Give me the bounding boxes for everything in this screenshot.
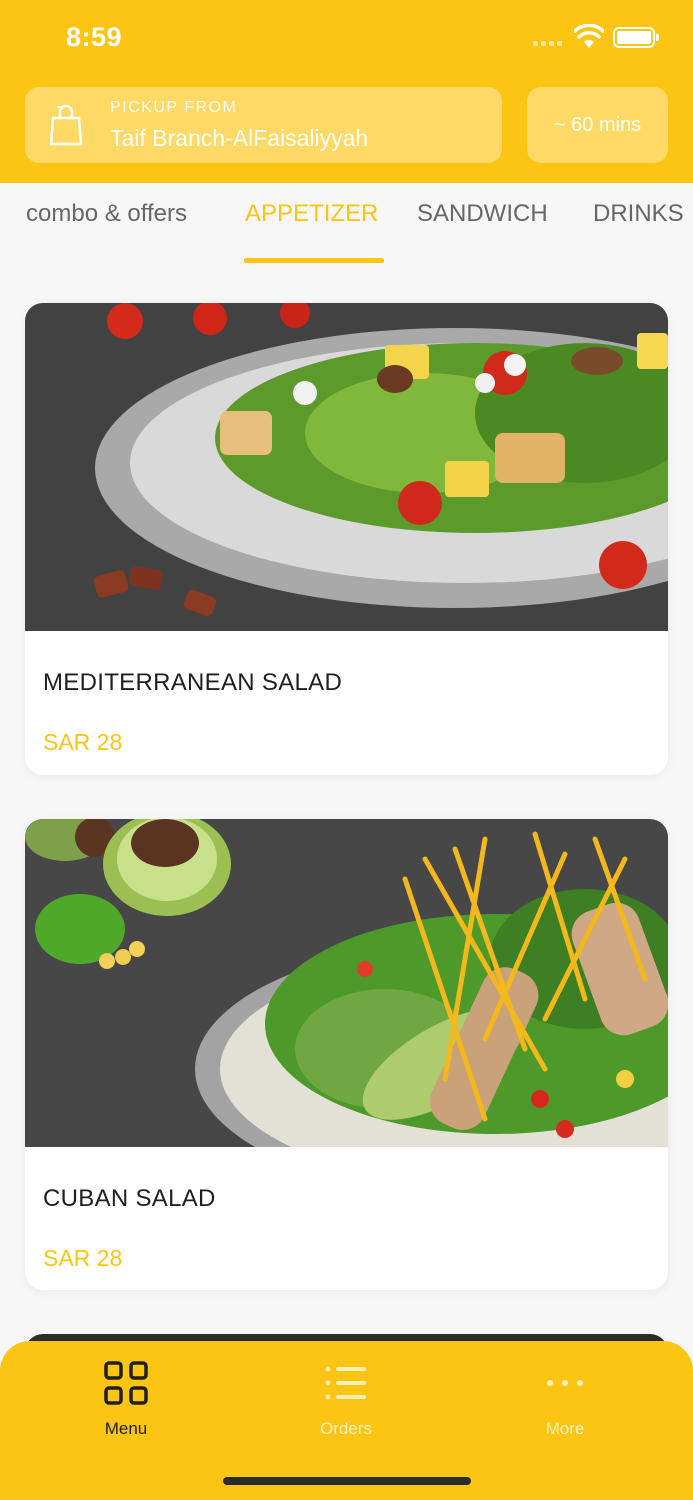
tab-drinks[interactable]: DRINKS	[593, 200, 684, 228]
tab-sandwich[interactable]: SANDWICH	[417, 200, 548, 228]
home-indicator[interactable]	[223, 1477, 471, 1485]
category-tabs: combo & offers APPETIZER SANDWICH DRINKS	[0, 183, 693, 265]
cellular-signal-icon	[533, 41, 562, 46]
tab-appetizer[interactable]: APPETIZER	[245, 200, 378, 228]
grid-icon	[104, 1361, 148, 1405]
battery-icon	[613, 27, 659, 48]
active-tab-indicator	[244, 258, 384, 263]
status-time: 8:59	[66, 22, 123, 52]
item-price: SAR 28	[43, 1245, 123, 1271]
cuban-salad-photo	[25, 819, 668, 1147]
mediterranean-salad-photo	[25, 303, 668, 631]
menu-item-card[interactable]: CUBAN SALAD SAR 28	[25, 819, 668, 1290]
list-icon	[325, 1366, 366, 1400]
nav-more[interactable]: More	[495, 1361, 635, 1439]
nav-orders[interactable]: Orders	[276, 1361, 416, 1439]
menu-item-card[interactable]: MEDITERRANEAN SALAD SAR 28	[25, 303, 668, 775]
pickup-label: PICKUP FROM	[110, 99, 238, 116]
wifi-icon	[574, 24, 604, 48]
item-price: SAR 28	[43, 729, 123, 755]
nav-menu[interactable]: Menu	[56, 1361, 196, 1439]
pickup-branch-selector[interactable]: PICKUP FROM Taif Branch-AlFaisaliyyah	[25, 87, 502, 163]
nav-menu-label: Menu	[104, 1419, 148, 1438]
nav-more-label: More	[545, 1419, 585, 1438]
nav-orders-label: Orders	[320, 1419, 372, 1438]
pickup-branch-name: Taif Branch-AlFaisaliyyah	[110, 125, 369, 151]
estimated-time-button[interactable]: ~ 60 mins	[527, 87, 668, 163]
item-name: MEDITERRANEAN SALAD	[43, 669, 343, 696]
estimated-time-label: ~ 60 mins	[553, 113, 642, 136]
item-name: CUBAN SALAD	[43, 1185, 216, 1212]
header: 8:59 PICKUP FROM Taif Branch-AlFaisaliyy…	[0, 0, 693, 183]
shopping-bag-icon	[49, 104, 83, 146]
tab-combo-offers[interactable]: combo & offers	[26, 200, 187, 228]
more-dots-icon	[547, 1380, 583, 1386]
